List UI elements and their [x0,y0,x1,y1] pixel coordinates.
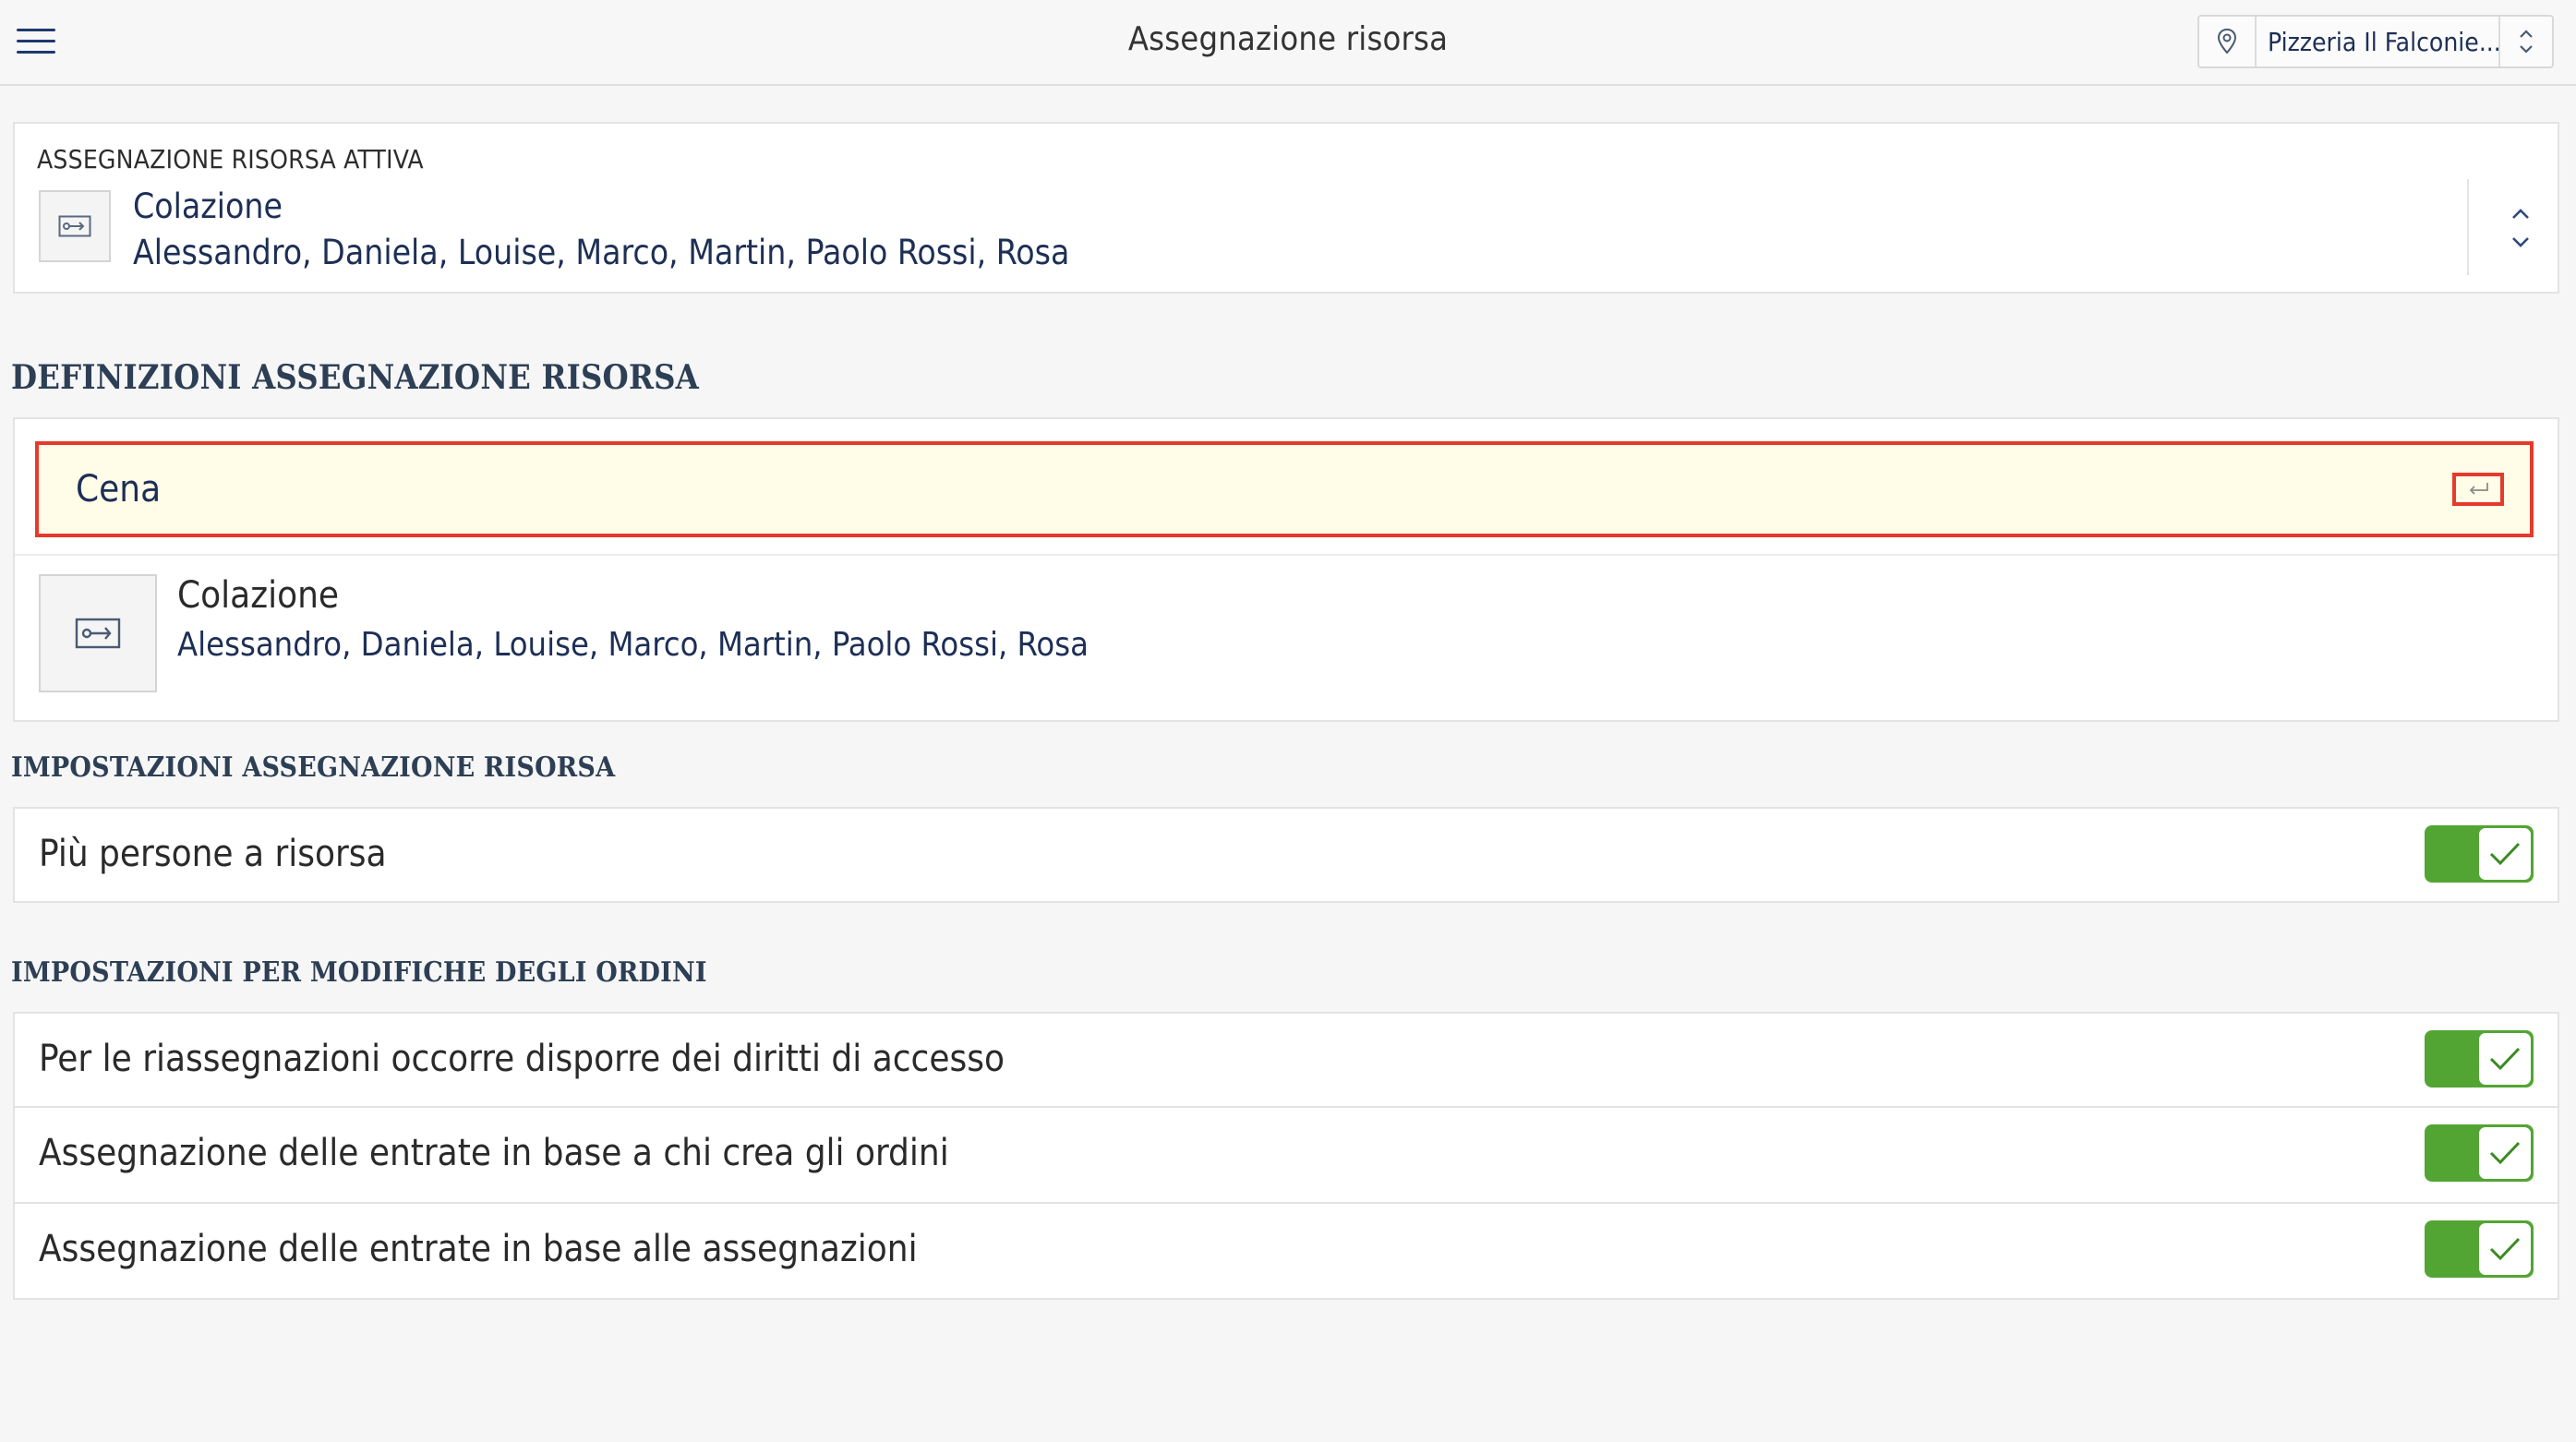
map-pin-icon [2199,17,2257,66]
location-name: Pizzeria Il Falconie... [2268,26,2498,57]
active-assignment-members: Alessandro, Daniela, Louise, Marco, Mart… [133,233,1070,272]
checkmark-icon [2479,1127,2531,1179]
checkmark-icon [2479,828,2531,880]
definitions-heading: DEFINIZIONI ASSEGNAZIONE RISORSA [11,358,699,397]
chevron-up-down-icon [2498,17,2552,66]
active-assignment-card[interactable]: ASSEGNAZIONE RISORSA ATTIVA Colazione Al… [13,122,2559,294]
setting-row: Per le riassegnazioni occorre disporre d… [13,1012,2559,1108]
setting-label: Per le riassegnazioni occorre disporre d… [39,1038,1005,1080]
definition-name: Colazione [177,574,340,617]
list-item[interactable]: Colazione Alessandro, Daniela, Louise, M… [15,556,2558,722]
active-assignment-name: Colazione [133,186,283,226]
toggle-switch[interactable] [2425,1124,2534,1182]
toggle-switch[interactable] [2425,1220,2534,1278]
resource-assignment-icon [39,190,111,262]
chevron-up-down-icon[interactable] [2502,201,2539,255]
page-title: Assegnazione risorsa [1127,20,1449,58]
checkmark-icon [2479,1223,2531,1275]
setting-row: Assegnazione delle entrate in base a chi… [13,1108,2559,1204]
resource-assignment-icon [39,574,157,692]
new-definition-input[interactable] [76,462,2384,517]
setting-row: Più persone a risorsa [13,807,2559,903]
settings-heading: IMPOSTAZIONI ASSEGNAZIONE RISORSA [11,751,616,784]
setting-label: Assegnazione delle entrate in base alle … [39,1228,918,1270]
new-definition-field [35,441,2534,537]
toggle-switch[interactable] [2425,825,2534,883]
enter-icon[interactable] [2452,473,2504,506]
top-bar: Assegnazione risorsa Pizzeria Il Falconi… [0,0,2576,86]
active-assignment-label: ASSEGNAZIONE RISORSA ATTIVA [37,144,424,174]
checkmark-icon [2479,1033,2531,1085]
setting-label: Più persone a risorsa [39,833,387,875]
definitions-card: Colazione Alessandro, Daniela, Louise, M… [13,417,2559,722]
setting-row: Assegnazione delle entrate in base alle … [13,1204,2559,1300]
divider [2467,179,2469,275]
location-selector[interactable]: Pizzeria Il Falconie... [2197,15,2554,68]
toggle-switch[interactable] [2425,1030,2534,1088]
setting-label: Assegnazione delle entrate in base a chi… [39,1132,949,1174]
order-settings-heading: IMPOSTAZIONI PER MODIFICHE DEGLI ORDINI [11,956,707,989]
definition-members: Alessandro, Daniela, Louise, Marco, Mart… [177,626,1089,664]
